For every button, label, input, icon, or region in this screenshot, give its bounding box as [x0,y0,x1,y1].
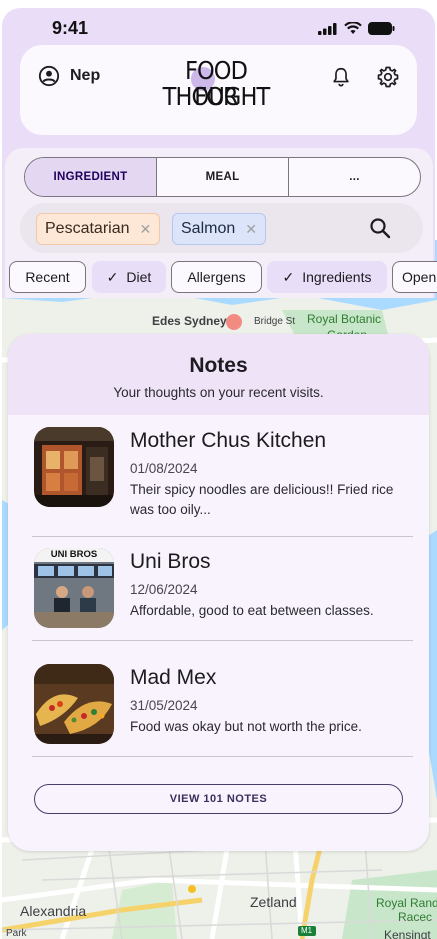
filter-chip-recent[interactable]: Recent [9,261,86,293]
filter-chip-label: Ingredients [302,269,372,285]
note-item[interactable]: Mad Mex 31/05/2024 Food was okay but not… [34,664,414,744]
profile-button[interactable]: Nep [38,65,100,87]
header-card: Nep FOOD FOR THOUGHT [20,45,417,135]
filter-chip-allergens[interactable]: Allergens [171,261,262,293]
note-date: 31/05/2024 [130,698,198,713]
search-chip-salmon[interactable]: Salmon ✕ [172,213,266,245]
note-date: 01/08/2024 [130,461,198,476]
filter-chip-label: Recent [25,269,70,285]
map-label-alexandria: Alexandria [20,903,87,919]
app-logo: FOOD FOR THOUGHT [155,57,277,113]
wifi-icon [344,22,362,34]
user-name: Nep [70,67,101,84]
signal-icon [318,22,337,35]
notes-card: Notes Your thoughts on your recent visit… [8,334,429,851]
restaurant-photo-graphic [34,664,114,744]
restaurant-photo-graphic [34,427,114,507]
notes-subtitle: Your thoughts on your recent visits. [113,385,324,400]
filter-chip-label: Diet [126,269,152,285]
divider [32,756,413,757]
bell-icon [333,67,349,87]
restaurant-photo [34,664,114,744]
search-button[interactable] [368,216,392,245]
account-circle-icon [38,65,60,87]
settings-button[interactable] [376,65,400,94]
note-restaurant-name: Uni Bros [130,550,211,573]
note-text: Their spicy noodles are delicious!! Frie… [130,482,394,517]
filter-chip-diet[interactable]: ✓ Diet [92,261,166,293]
notes-header: Notes Your thoughts on your recent visit… [8,334,429,415]
map-label-edes-sydney: Edes Sydney [152,314,227,328]
restaurant-photo [34,427,114,507]
search-chip-label: Pescatarian [45,220,130,237]
close-icon[interactable]: ✕ [140,221,152,238]
filter-chip-row: Recent ✓ Diet Allergens ✓ Ingredients Op… [0,261,437,295]
map-label-kensington: Kensingt [384,928,431,939]
map-label-royal-rand: Royal Rand [376,896,437,910]
status-time: 9:41 [52,18,89,38]
tab-ingredient[interactable]: INGREDIENT [25,158,157,196]
map-label-m1: M1 [301,926,313,935]
note-date: 12/06/2024 [130,582,198,597]
divider [32,640,413,641]
map-label-royal-botanic: Royal Botanic [307,312,382,326]
note-item[interactable]: Mother Chus Kitchen 01/08/2024 Their spi… [34,427,414,517]
status-icons [318,22,395,35]
notes-title: Notes [189,354,248,377]
search-chip-label: Salmon [181,220,236,237]
view-all-notes-button[interactable]: VIEW 101 NOTES [34,784,403,814]
note-text: Affordable, good to eat between classes. [130,603,374,618]
filter-chip-open[interactable]: Open [392,261,437,293]
restaurant-photo: UNI BROS [34,548,114,628]
map-label-bridge-st: Bridge St [254,316,296,327]
tab-meal[interactable]: MEAL [157,158,289,196]
restaurant-photo-graphic [34,548,114,628]
filter-chip-ingredients[interactable]: ✓ Ingredients [267,261,387,293]
note-text: Food was okay but not worth the price. [130,719,362,734]
filter-chip-label: Allergens [187,269,246,285]
search-chip-pescatarian[interactable]: Pescatarian ✕ [36,213,161,245]
uni-bros-sign: UNI BROS [50,549,98,560]
search-icon [370,218,391,239]
tab-more[interactable]: ... [289,158,420,196]
note-restaurant-name: Mother Chus Kitchen [130,429,327,452]
map-label-racec: Racec [398,910,433,924]
logo-line-2: THOUGHT [162,82,271,111]
close-icon[interactable]: ✕ [245,221,257,238]
check-icon: ✓ [282,268,295,285]
search-bar[interactable]: Pescatarian ✕ Salmon ✕ [20,203,423,253]
map-label-zetland: Zetland [250,894,297,910]
check-icon: ✓ [106,268,119,285]
status-bar: 9:41 [0,0,437,44]
battery-icon [368,22,395,35]
gear-icon [377,66,399,88]
note-item[interactable]: UNI BROS Uni Bros 12/06/2024 Affordable,… [34,548,414,628]
map-label-park: Park [6,928,27,939]
note-restaurant-name: Mad Mex [130,666,217,689]
notifications-button[interactable] [330,65,352,94]
search-mode-toggle: INGREDIENT MEAL ... [24,157,421,197]
divider [32,536,413,537]
filter-chip-label: Open [402,269,437,285]
